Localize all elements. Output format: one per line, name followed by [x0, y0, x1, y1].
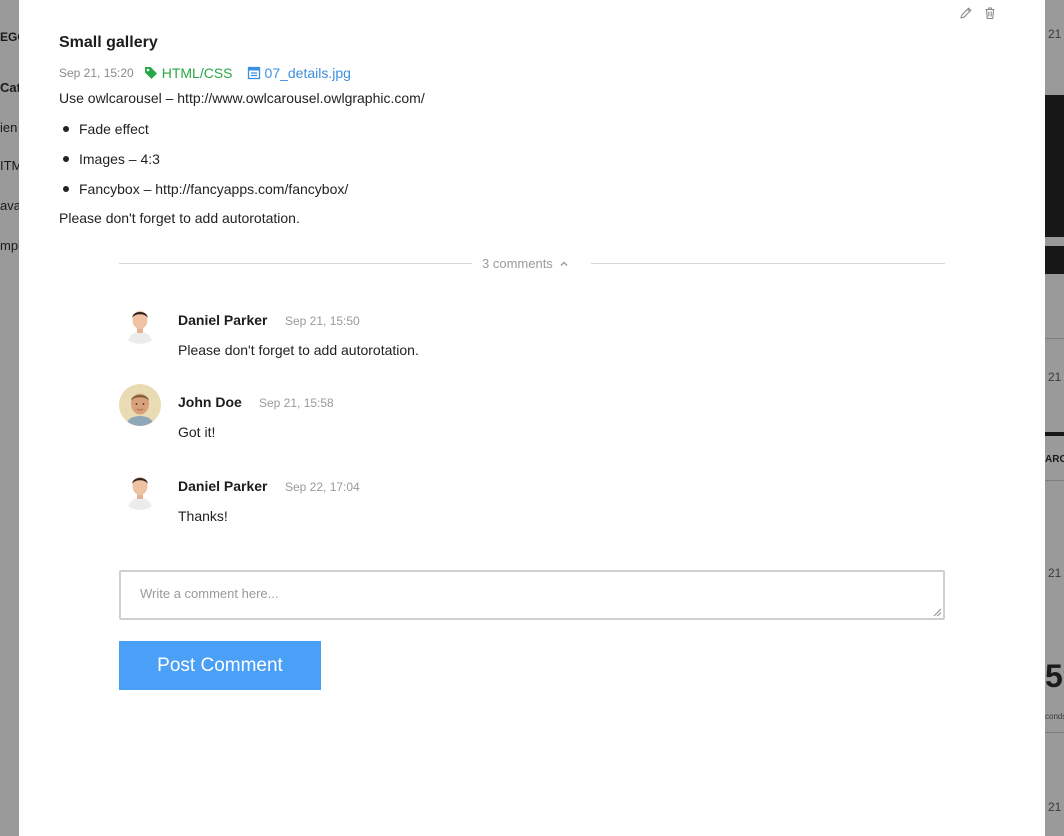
bg-divider — [1045, 338, 1064, 339]
bg-fragment: 21 — [1048, 566, 1062, 580]
post-comment-button[interactable]: Post Comment — [119, 641, 321, 690]
trash-icon[interactable] — [983, 6, 997, 20]
comment-timestamp: Sep 22, 17:04 — [285, 480, 360, 494]
comments-count: 3 comments — [482, 256, 553, 271]
list-item: Fade effect — [59, 120, 348, 150]
resize-handle-icon[interactable] — [933, 608, 942, 617]
bg-block — [1045, 432, 1064, 436]
background-app-left: EGO Cat ien ITM ava mpl — [0, 0, 19, 836]
bg-fragment: EGO — [0, 30, 19, 44]
comment-text: Got it! — [178, 424, 216, 440]
task-closing-note: Please don't forget to add autorotation. — [59, 210, 300, 226]
comments-divider: 3 comments — [119, 254, 945, 274]
task-detail-modal: Small gallery Sep 21, 15:20 HTML/CSS 07_… — [19, 0, 1045, 836]
task-title: Small gallery — [59, 34, 158, 51]
comment-item: Daniel Parker Sep 22, 17:04 Thanks! — [119, 468, 919, 528]
task-attachment[interactable]: 07_details.jpg — [247, 65, 351, 81]
bg-fragment: ARC — [1045, 454, 1064, 465]
list-item: Fancybox – http://fancyapps.com/fancybox… — [59, 180, 348, 210]
comment-text: Please don't forget to add autorotation. — [178, 342, 419, 358]
task-date: Sep 21, 15:20 — [59, 66, 134, 80]
comments-toggle[interactable]: 3 comments — [482, 256, 569, 271]
bg-fragment: ava — [0, 198, 19, 213]
task-tag-label: HTML/CSS — [161, 65, 233, 81]
task-tag[interactable]: HTML/CSS — [144, 65, 233, 81]
comment-timestamp: Sep 21, 15:58 — [259, 396, 334, 410]
avatar — [119, 302, 161, 344]
comment-input[interactable] — [119, 570, 945, 620]
comment-item: John Doe Sep 21, 15:58 Got it! — [119, 384, 919, 444]
task-bullet-list: Fade effect Images – 4:3 Fancybox – http… — [59, 120, 348, 210]
comment-item: Daniel Parker Sep 21, 15:50 Please don't… — [119, 302, 919, 362]
bg-fragment: 59 — [1045, 658, 1064, 694]
bg-fragment: 21 — [1048, 370, 1062, 384]
avatar — [119, 468, 161, 510]
bg-fragment: ITM — [0, 158, 19, 173]
comment-timestamp: Sep 21, 15:50 — [285, 314, 360, 328]
bg-fragment: 21 — [1048, 27, 1062, 41]
bg-divider — [1045, 480, 1064, 481]
bg-block — [1045, 246, 1064, 274]
comment-author: Daniel Parker — [178, 478, 268, 494]
bg-fragment: Cat — [0, 80, 19, 95]
tag-icon — [144, 67, 157, 79]
avatar — [119, 384, 161, 426]
image-file-icon — [247, 66, 260, 80]
bg-fragment: 21 — [1048, 800, 1062, 814]
comment-text: Thanks! — [178, 508, 228, 524]
list-item: Images – 4:3 — [59, 150, 348, 180]
comment-author: Daniel Parker — [178, 312, 268, 328]
divider-rule — [591, 263, 945, 264]
bg-divider — [1045, 732, 1064, 733]
chevron-up-icon — [560, 261, 568, 266]
bg-fragment: mpl — [0, 238, 19, 253]
bg-block — [1045, 95, 1064, 237]
bg-fragment: conds — [1045, 712, 1064, 721]
bg-fragment: ien — [0, 120, 18, 135]
task-meta: Sep 21, 15:20 HTML/CSS 07_details.jpg — [59, 64, 351, 82]
pencil-icon[interactable] — [959, 6, 973, 20]
background-app-right: 21 21 ARC 21 59 conds 21 — [1045, 0, 1064, 836]
divider-rule — [119, 263, 472, 264]
task-description: Use owlcarousel – http://www.owlcarousel… — [59, 90, 425, 106]
task-attachment-label: 07_details.jpg — [264, 65, 351, 81]
comment-author: John Doe — [178, 394, 242, 410]
